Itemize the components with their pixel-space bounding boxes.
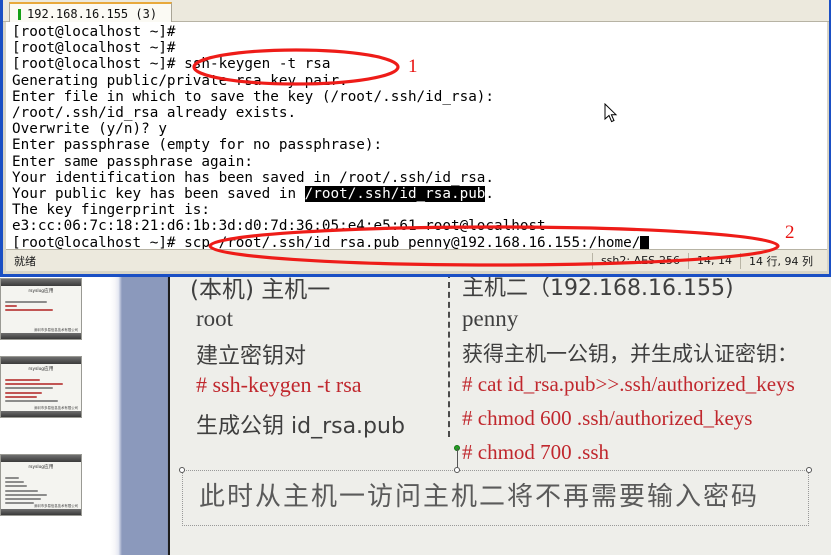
right-action: 获得主机一公钥，并生成认证密钥： <box>462 342 798 366</box>
slide-thumbnail-panel[interactable]: rsyslog应用 深圳市多易信息技术有限公司 rsyslog应用 深圳市多易信… <box>0 258 110 555</box>
left-result: 生成公钥 id_rsa.pub <box>196 414 405 439</box>
terminal-line: /root/.ssh/id_rsa already exists. <box>12 105 297 122</box>
slide-thumbnail[interactable]: rsyslog应用 深圳市多易信息技术有限公司 <box>0 356 82 418</box>
thumbnail-body <box>5 477 77 506</box>
terminal-line: Enter passphrase (empty for no passphras… <box>12 137 391 154</box>
status-ready-label: 就绪 <box>14 254 36 268</box>
right-user: penny <box>462 306 519 331</box>
mouse-cursor-icon <box>604 103 618 123</box>
terminal-line: Generating public/private rsa key pair. <box>12 72 348 89</box>
terminal-session-tab[interactable]: 192.168.16.155 (3) <box>9 2 173 22</box>
column-divider <box>448 272 450 437</box>
status-cursor-position: 14, 14 <box>688 252 740 269</box>
pubkey-line-prefix: Your public key has been saved in <box>12 186 305 203</box>
terminal-line: e3:cc:06:7c:18:21:d6:1b:3d:d0:7d:36:05:e… <box>12 218 546 235</box>
terminal-line: [root@localhost ~]# <box>12 24 176 40</box>
thumbnail-header-bar <box>1 455 81 462</box>
terminal-line: The key fingerprint is: <box>12 202 210 219</box>
right-command-cat: # cat id_rsa.pub>>.ssh/authorized_keys <box>462 372 795 396</box>
terminal-status-bar: 就绪 ssh2: AES-256 14, 14 14 行, 94 列 <box>6 249 827 271</box>
annotation-marker-1: 1 <box>408 56 418 77</box>
thumbnail-footer: 深圳市多易信息技术有限公司 <box>33 406 78 410</box>
thumbnail-footer-bar <box>1 333 81 339</box>
slide-footer-text: 此时从主机一访问主机二将不再需要输入密码 <box>199 482 760 512</box>
resize-handle-top-center[interactable] <box>454 467 460 473</box>
thumbnail-body <box>5 301 77 314</box>
thumbnail-body <box>5 379 77 404</box>
thumbnail-title: rsyslog应用 <box>28 288 54 293</box>
thumbnail-footer-bar <box>1 509 81 515</box>
status-dimensions: 14 行, 94 列 <box>740 252 827 269</box>
right-command-chmod-700: # chmod 700 .ssh <box>462 440 609 464</box>
terminal-line: Enter file in which to save the key (/ro… <box>12 88 503 105</box>
status-protocol: ssh2: AES-256 <box>591 252 688 269</box>
text-cursor <box>640 235 650 249</box>
connection-status-icon <box>18 8 21 20</box>
pubkey-line-suffix: . <box>485 186 495 203</box>
thumbnail-header-bar <box>1 357 81 364</box>
slide-editing-canvas[interactable]: ▔▔ ▔▔▔▔▔▔ (本机) 主机一 root 建立密钥对 # ssh-keyg… <box>170 258 831 555</box>
left-user: root <box>196 306 234 331</box>
slide-footer-textbox[interactable]: 此时从主机一访问主机二将不再需要输入密码 <box>182 470 809 526</box>
terminal-tab-strip[interactable]: 192.168.16.155 (3) <box>3 0 829 22</box>
panel-splitter[interactable] <box>110 258 170 555</box>
shell-prompt: [root@localhost ~]# <box>12 234 185 249</box>
terminal-line: Enter same passphrase again: <box>12 153 262 170</box>
thumbnail-title: rsyslog应用 <box>28 366 54 371</box>
terminal-tab-label: 192.168.16.155 (3) <box>27 7 158 21</box>
resize-handle-top-left[interactable] <box>179 467 185 473</box>
annotation-marker-2: 2 <box>785 222 795 243</box>
thumbnail-footer: 深圳市多易信息技术有限公司 <box>33 328 78 332</box>
pubkey-path-highlight: /root/.ssh/id_rsa.pub <box>304 186 486 203</box>
terminal-prompt-line: [root@localhost ~]# scp /root/.ssh/id_rs… <box>12 235 827 249</box>
thumbnail-footer-bar <box>1 411 81 417</box>
left-command: # ssh-keygen -t rsa <box>196 372 362 397</box>
screen-root: rsyslog应用 深圳市多易信息技术有限公司 rsyslog应用 深圳市多易信… <box>0 0 831 555</box>
left-action: 建立密钥对 <box>196 344 307 369</box>
terminal-line: Overwrite (y/n)? y <box>12 121 167 138</box>
thumbnail-title: rsyslog应用 <box>28 464 54 469</box>
terminal-line: Your identification has been saved in /r… <box>12 169 495 186</box>
slide-thumbnail[interactable]: rsyslog应用 深圳市多易信息技术有限公司 <box>0 278 82 340</box>
thumbnail-header-bar <box>1 279 81 286</box>
typed-command: scp /root/.ssh/id_rsa.pub penny@192.168.… <box>184 234 641 249</box>
securecrt-window[interactable]: 192.168.16.155 (3) [root@localhost ~]# [… <box>0 0 831 277</box>
terminal-line: [root@localhost ~]# ssh-keygen -t rsa <box>12 56 331 73</box>
terminal-line-pubkey: Your public key has been saved in /root/… <box>12 186 827 203</box>
thumbnail-footer: 深圳市多易信息技术有限公司 <box>33 504 78 508</box>
right-command-chmod-600: # chmod 600 .ssh/authorized_keys <box>462 406 753 430</box>
resize-handle-top-right[interactable] <box>806 467 812 473</box>
slide-thumbnail[interactable]: rsyslog应用 深圳市多易信息技术有限公司 <box>0 454 82 516</box>
terminal-line: [root@localhost ~]# <box>12 40 176 57</box>
